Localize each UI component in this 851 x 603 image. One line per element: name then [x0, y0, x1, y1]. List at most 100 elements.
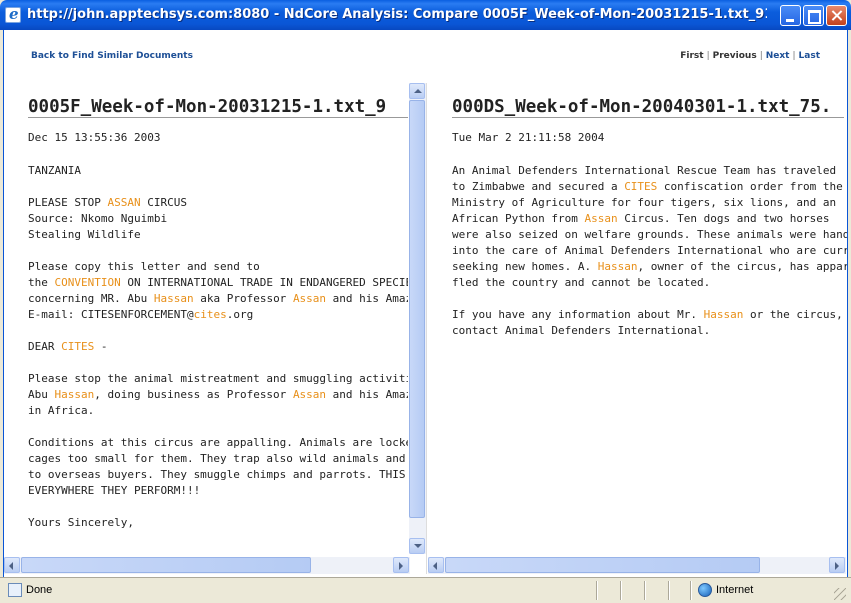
pager-separator: | — [706, 51, 710, 61]
line-text: Please copy this letter and send to — [28, 260, 260, 273]
highlighted-term: cites — [193, 308, 227, 321]
right-horizontal-scrollbar[interactable] — [428, 557, 846, 574]
highlighted-term: Hassan — [703, 308, 744, 321]
line-text: were also seized on welfare grounds. The… — [452, 228, 847, 241]
status-text: Done — [26, 584, 53, 596]
line-text: Circus. Ten dogs and two horses — [617, 212, 830, 225]
right-document-pane[interactable]: 000DS_Week-of-Mon-20040301-1.txt_75. Tue… — [428, 83, 847, 574]
document-line: fled the country and cannot be located. — [452, 275, 847, 291]
line-text: seeking new homes. A. — [452, 260, 598, 273]
page-content: Back to Find Similar Documents First | Pre… — [3, 30, 848, 577]
pager-previous-link[interactable]: Previous — [713, 51, 757, 61]
pager-last-link[interactable]: Last — [799, 51, 820, 61]
back-to-find-similar-link[interactable]: Back to Find Similar Documents — [31, 51, 193, 61]
line-text: EVERYWHERE THEY PERFORM!!! — [28, 484, 201, 497]
line-text: Source: Nkomo Nguimbi — [28, 212, 168, 225]
document-line: If you have any information about Mr. Ha… — [452, 307, 847, 323]
line-text: Yours Sincerely, — [28, 516, 134, 529]
resize-grip-icon[interactable] — [834, 588, 846, 600]
highlighted-term: ASSAN — [107, 196, 141, 209]
scroll-down-arrow-icon[interactable] — [409, 538, 425, 554]
line-text: Abu — [28, 388, 55, 401]
status-bar: Done Internet — [0, 577, 851, 603]
status-divider — [690, 581, 692, 600]
document-line: in Africa. — [28, 403, 408, 419]
right-horizontal-scroll-thumb[interactable] — [445, 557, 760, 573]
left-document-date: Dec 15 13:55:36 2003 — [28, 131, 161, 144]
status-divider — [596, 581, 598, 600]
pager: First | Previous | Next | Last — [680, 51, 820, 61]
right-document-date: Tue Mar 2 21:11:58 2004 — [452, 131, 605, 144]
line-text: or the circus, please — [750, 308, 843, 321]
left-vertical-scrollbar[interactable] — [409, 83, 426, 554]
scroll-right-arrow-icon[interactable] — [829, 557, 845, 573]
scroll-left-arrow-icon[interactable] — [4, 557, 20, 573]
pager-first-link[interactable]: First — [680, 51, 703, 61]
document-line: EVERYWHERE THEY PERFORM!!! — [28, 483, 408, 499]
line-text: cages too small for them. They trap also… — [28, 452, 406, 465]
document-line: Source: Nkomo Nguimbi — [28, 211, 408, 227]
highlighted-term: Hassan — [54, 388, 95, 401]
left-horizontal-scrollbar[interactable] — [4, 557, 410, 574]
line-text: CIRCUS — [140, 196, 187, 209]
left-horizontal-scroll-thumb[interactable] — [21, 557, 311, 573]
pager-separator: | — [792, 51, 796, 61]
line-text: the — [28, 276, 55, 289]
left-vertical-scroll-thumb[interactable] — [409, 100, 425, 518]
internet-globe-icon — [698, 583, 712, 597]
line-text: concerning MR. Abu — [28, 292, 154, 305]
document-line: PLEASE STOP ASSAN CIRCUS — [28, 195, 408, 211]
line-text: Ministry of Agriculture for four tigers,… — [452, 196, 837, 209]
maximize-button[interactable] — [803, 5, 824, 26]
line-text: Conditions at this circus are appalling.… — [28, 436, 408, 449]
right-document-body: An Animal Defenders International Rescue… — [452, 163, 847, 339]
pager-separator: | — [759, 51, 763, 61]
document-line: TANZANIA — [28, 163, 408, 179]
document-line: E-mail: CITESENFORCEMENT@cites.org — [28, 307, 408, 323]
pager-next-link[interactable]: Next — [766, 51, 790, 61]
highlighted-term: CITES — [624, 180, 658, 193]
line-text: fled the country and cannot be located. — [452, 276, 711, 289]
status-divider — [644, 581, 646, 600]
line-text: E-mail: CITESENFORCEMENT@ — [28, 308, 194, 321]
line-text: to Zimbabwe and secured a — [452, 180, 625, 193]
line-text: to overseas buyers. They smuggle chimps … — [28, 468, 406, 481]
line-text: confiscation order from the — [657, 180, 843, 193]
line-text: ON INTERNATIONAL TRADE IN ENDANGERED SPE… — [120, 276, 408, 289]
line-text: into the care of Animal Defenders Intern… — [452, 244, 847, 257]
title-bar[interactable]: http://john.apptechsys.com:8080 - NdCore… — [0, 0, 851, 30]
document-line: An Animal Defenders International Rescue… — [452, 163, 847, 179]
left-document-body: TANZANIA PLEASE STOP ASSAN CIRCUS Source:… — [28, 163, 408, 531]
line-text: DEAR — [28, 340, 62, 353]
scroll-right-arrow-icon[interactable] — [393, 557, 409, 573]
line-text: Stealing Wildlife — [28, 228, 141, 241]
scroll-left-arrow-icon[interactable] — [428, 557, 444, 573]
document-line: African Python from Assan Circus. Ten do… — [452, 211, 847, 227]
ie-icon[interactable] — [5, 5, 21, 23]
minimize-button[interactable] — [780, 5, 801, 26]
page-done-icon — [8, 583, 22, 597]
scroll-up-arrow-icon[interactable] — [409, 83, 425, 99]
document-line: cages too small for them. They trap also… — [28, 451, 408, 467]
line-text: and his Amazing Animals — [332, 388, 408, 401]
line-text: in Africa. — [28, 404, 95, 417]
line-text: If you have any information about Mr. — [452, 308, 704, 321]
security-zone-label: Internet — [716, 584, 754, 596]
left-document-pane[interactable]: 0005F_Week-of-Mon-20031215-1.txt_9 Dec 1… — [4, 83, 427, 574]
document-line: Please stop the animal mistreatment and … — [28, 371, 408, 387]
highlighted-term: Assan — [292, 292, 327, 305]
close-button[interactable] — [826, 5, 847, 26]
status-divider — [668, 581, 670, 600]
highlighted-term: Assan — [584, 212, 618, 225]
line-text: - — [94, 340, 108, 353]
highlighted-term: CITES — [61, 340, 95, 353]
document-line: the CONVENTION ON INTERNATIONAL TRADE IN… — [28, 275, 408, 291]
document-line: to Zimbabwe and secured a CITES confisca… — [452, 179, 847, 195]
highlighted-term: CONVENTION — [54, 276, 121, 289]
